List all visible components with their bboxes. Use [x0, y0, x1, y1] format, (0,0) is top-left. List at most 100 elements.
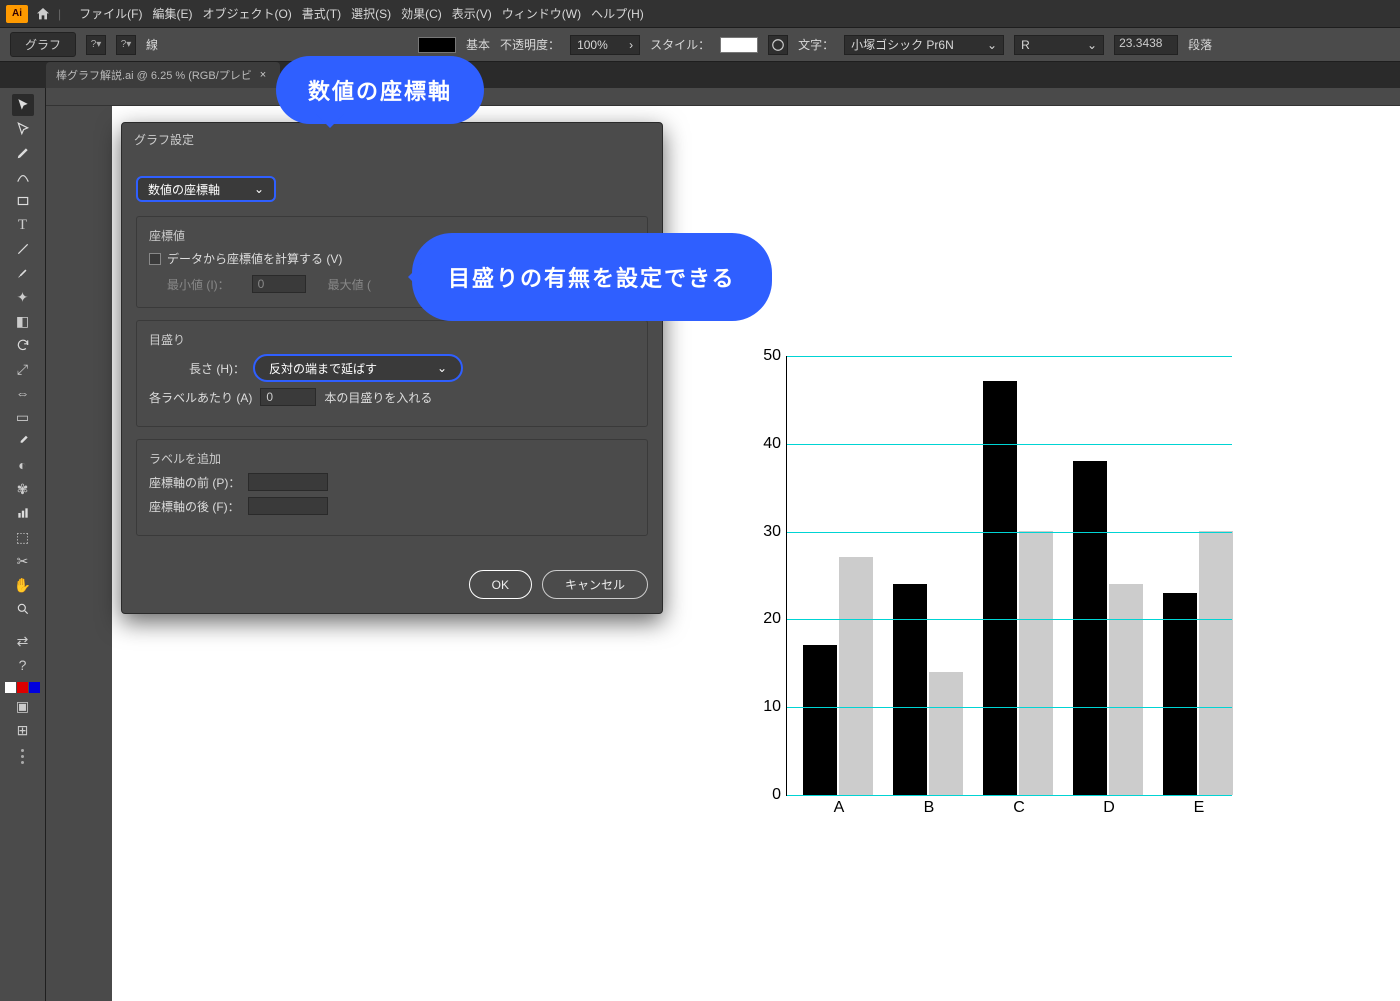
axis-prefix-field[interactable] [248, 473, 328, 491]
paragraph-label: 段落 [1188, 36, 1212, 53]
menu-items: ファイル(F) 編集(E) オブジェクト(O) 書式(T) 選択(S) 効果(C… [79, 5, 644, 22]
chart-bar [1019, 531, 1053, 795]
line-tool[interactable] [12, 238, 34, 260]
per-label-suffix: 本の目盛りを入れる [324, 389, 432, 406]
artboard-tool[interactable]: ⬚ [12, 526, 34, 548]
free-transform-tool[interactable]: ▭ [12, 406, 34, 428]
screen-mode-icon[interactable]: ▣ [12, 695, 34, 717]
selection-tool[interactable] [12, 94, 34, 116]
calc-from-data-checkbox[interactable] [149, 253, 161, 265]
curvature-tool[interactable] [12, 166, 34, 188]
chart-bar [1199, 531, 1233, 795]
min-value-field[interactable]: 0 [252, 275, 306, 293]
menu-select[interactable]: 選択(S) [351, 5, 391, 22]
canvas[interactable]: ABCDE 01020304050 グラフ設定 数値の座標軸 ⌄ 座標値 [46, 88, 1400, 1001]
axis-suffix-field[interactable] [248, 497, 328, 515]
cancel-button[interactable]: キャンセル [542, 570, 648, 599]
brush-style-label: 基本 [466, 36, 490, 53]
callout-axis: 数値の座標軸 [276, 56, 484, 124]
ok-button[interactable]: OK [469, 570, 532, 599]
font-family-dropdown[interactable]: 小塚ゴシック Pr6N ⌄ [844, 35, 1004, 55]
axis-type-value: 数値の座標軸 [148, 181, 220, 198]
chart-bar [929, 672, 963, 795]
chart-plot-area: ABCDE 01020304050 [786, 356, 1232, 796]
chart-ytick-label: 40 [763, 435, 787, 453]
menu-file[interactable]: ファイル(F) [79, 5, 142, 22]
home-icon[interactable] [34, 5, 52, 23]
document-tab[interactable]: 棒グラフ解説.ai @ 6.25 % (RGB/プレビ × [46, 62, 280, 88]
chart-bar [1109, 584, 1143, 795]
help-icon[interactable]: ? [12, 654, 34, 676]
scale-tool[interactable]: ⤢ [12, 358, 34, 380]
chart-bar-group: E [1163, 531, 1235, 795]
eraser-tool[interactable]: ◧ [12, 310, 34, 332]
chart-ytick-label: 20 [763, 610, 787, 628]
chart-bar-group: B [893, 584, 965, 795]
blend-tool[interactable]: ◐ [12, 454, 34, 476]
rectangle-tool[interactable] [12, 190, 34, 212]
axis-suffix-label: 座標軸の後 (F)： [149, 498, 240, 515]
close-icon[interactable]: × [260, 69, 266, 81]
width-tool[interactable]: ⇔ [12, 382, 34, 404]
ticks-section-label: 目盛り [149, 331, 635, 348]
callout-ticks: 目盛りの有無を設定できる [412, 233, 772, 321]
menu-type[interactable]: 書式(T) [302, 5, 341, 22]
chart-bar-group: A [803, 557, 875, 795]
chart-ytick-label: 0 [772, 786, 787, 804]
recolor-icon[interactable] [768, 35, 788, 55]
font-family-value: 小塚ゴシック Pr6N [851, 36, 954, 53]
menu-window[interactable]: ウィンドウ(W) [502, 5, 581, 22]
shaper-tool[interactable]: ✦ [12, 286, 34, 308]
app-logo: Ai [6, 5, 28, 23]
fill-stroke-swap[interactable]: ⇄ [12, 630, 34, 652]
min-label: 最小値 (I)： [167, 276, 230, 293]
zoom-tool[interactable] [12, 598, 34, 620]
chart-gridline [787, 619, 1232, 620]
unknown-toggle-2[interactable]: ?▾ [116, 35, 136, 55]
chevron-down-icon: › [629, 38, 633, 52]
chart-xtick-label: E [1163, 795, 1235, 817]
hand-tool[interactable]: ✋ [12, 574, 34, 596]
more-tools-icon[interactable] [21, 749, 24, 764]
ruler-horizontal [46, 88, 1400, 106]
calc-from-data-label: データから座標値を計算する (V) [167, 250, 342, 267]
axis-type-select[interactable]: 数値の座標軸 ⌄ [136, 176, 276, 202]
rotate-tool[interactable] [12, 334, 34, 356]
stroke-color-swatch[interactable] [418, 37, 456, 53]
direct-selection-tool[interactable] [12, 118, 34, 140]
paintbrush-tool[interactable] [12, 262, 34, 284]
opacity-value: 100% [577, 38, 608, 52]
menu-effect[interactable]: 効果(C) [401, 5, 442, 22]
chevron-down-icon: ⌄ [987, 38, 997, 52]
style-swatch[interactable] [720, 37, 758, 53]
font-style-dropdown[interactable]: R⌄ [1014, 35, 1104, 55]
add-label-section-label: ラベルを追加 [149, 450, 635, 467]
chart-gridline [787, 707, 1232, 708]
chart-ytick-label: 10 [763, 698, 787, 716]
opacity-dropdown[interactable]: 100% › [570, 35, 640, 55]
slice-tool[interactable]: ✂ [12, 550, 34, 572]
workspace: T ✦ ◧ ⤢ ⇔ ▭ ◐ ✾ ⬚ ✂ ✋ ⇄ ? ▣ ⊞ ABC [0, 88, 1400, 1001]
edit-toolbar-icon[interactable]: ⊞ [12, 719, 34, 741]
menu-object[interactable]: オブジェクト(O) [202, 5, 291, 22]
chart-bar-group: D [1073, 461, 1145, 795]
chart-bar [1073, 461, 1107, 795]
pen-tool[interactable] [12, 142, 34, 164]
font-size-field[interactable]: 23.3438 [1114, 35, 1178, 55]
per-label-label: 各ラベルあたり (A) [149, 389, 252, 406]
type-tool[interactable]: T [12, 214, 34, 236]
menu-view[interactable]: 表示(V) [452, 5, 492, 22]
unknown-toggle-1[interactable]: ?▾ [86, 35, 106, 55]
tick-length-select[interactable]: 反対の端まで延ばす ⌄ [253, 354, 463, 382]
per-label-field[interactable]: 0 [260, 388, 316, 406]
axis-prefix-label: 座標軸の前 (P)： [149, 474, 240, 491]
opacity-label: 不透明度： [500, 36, 560, 53]
color-mode-toggle[interactable] [5, 682, 40, 693]
eyedropper-tool[interactable] [12, 430, 34, 452]
symbol-sprayer-tool[interactable]: ✾ [12, 478, 34, 500]
options-bar: グラフ ?▾ ?▾ 線 基本 不透明度： 100%› スタイル： 文字： 小塚ゴ… [0, 28, 1400, 62]
menu-help[interactable]: ヘルプ(H) [591, 5, 644, 22]
chart-bar [893, 584, 927, 795]
graph-tool[interactable] [12, 502, 34, 524]
menu-edit[interactable]: 編集(E) [152, 5, 192, 22]
